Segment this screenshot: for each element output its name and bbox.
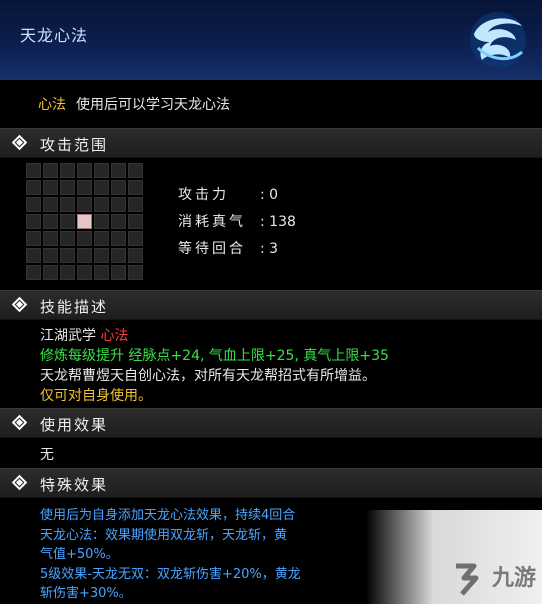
range-cell [26,163,41,178]
jiuyou-logo-icon [456,563,479,596]
range-cell [60,197,75,212]
range-cell [43,197,58,212]
desc-category: 江湖武学 [40,328,96,344]
range-cell [128,180,143,195]
range-cell [128,163,143,178]
range-cell [128,265,143,280]
desc-tag: 心法 [100,328,129,344]
range-cell [43,248,58,263]
section-use-label: 使用效果 [40,416,109,434]
range-cell [77,231,92,246]
watermark-text: 九游 [491,566,536,591]
range-cell [128,214,143,229]
range-cell [77,180,92,195]
special-line-3: 气值+50%。 [40,547,119,562]
desc-line-3: 天龙帮曹煜天自创心法，对所有天龙帮招式有所增益。 [40,368,376,384]
range-cell [26,180,41,195]
section-range: 攻击范围 [0,128,542,158]
range-cell [111,214,126,229]
stat-value: 3 [269,241,279,257]
range-cell [26,231,41,246]
range-cell [111,248,126,263]
section-special-label: 特殊效果 [40,476,109,494]
window-header: 天龙心法 [0,0,542,80]
subtitle-text: 使用后可以学习天龙心法 [76,97,230,113]
stat-label: 攻击力 [178,187,229,203]
range-cell [94,231,109,246]
type-tag: 心法 [38,97,66,113]
range-cell [94,214,109,229]
range-cell [26,214,41,229]
range-cell [77,248,92,263]
diamond-icon [11,414,28,431]
range-cell [43,163,58,178]
range-cell [26,265,41,280]
stat-value: 0 [269,187,279,203]
range-cell-target [77,214,92,229]
stat-energy-cost: 消耗真气: 138 [178,211,296,238]
range-cell [60,231,75,246]
section-use-effect: 使用效果 [0,408,542,438]
range-cell [128,197,143,212]
range-cell [94,265,109,280]
diamond-icon [11,296,28,313]
range-cell [43,180,58,195]
stats-list: 攻击力: 0 消耗真气: 138 等待回合: 3 [178,184,296,265]
range-cell [60,265,75,280]
range-cell [26,197,41,212]
special-line-1: 使用后为自身添加天龙心法效果，持续4回合 [40,508,296,523]
use-effect-text: 无 [40,447,54,463]
section-description: 技能描述 [0,290,542,320]
desc-line-4: 仅可对自身使用。 [40,388,152,404]
range-cell [94,180,109,195]
diamond-icon [11,134,28,151]
range-cell [60,214,75,229]
desc-line-2: 修炼每级提升 经脉点+24, 气血上限+25, 真气上限+35 [40,348,389,364]
special-line-4: 5级效果-天龙无双：双龙斩伤害+20%，黄龙 [40,567,301,582]
range-cell [94,248,109,263]
range-cell [60,163,75,178]
diamond-icon [11,474,28,491]
range-cell [111,180,126,195]
range-cell [94,197,109,212]
special-line-2: 天龙心法：效果期使用双龙斩，天龙斩，黄 [40,528,288,543]
range-cell [111,163,126,178]
range-cell [111,231,126,246]
range-cell [128,231,143,246]
section-special-effect: 特殊效果 [0,468,542,498]
special-line-5: 斩伤害+30%。 [40,586,132,601]
stat-wait-turns: 等待回合: 3 [178,238,296,265]
dragon-swirl-icon [470,12,526,68]
range-cell [77,163,92,178]
subtitle: 心法 使用后可以学习天龙心法 [38,94,230,114]
section-description-label: 技能描述 [40,298,109,316]
stat-value: 138 [269,214,296,230]
range-cell [77,197,92,212]
range-cell [43,231,58,246]
window-title: 天龙心法 [20,26,89,45]
range-cell [60,180,75,195]
watermark: 九游 [366,510,542,604]
range-cell [94,163,109,178]
stat-label: 消耗真气 [178,214,246,230]
stat-attack: 攻击力: 0 [178,184,296,211]
attack-range-grid [26,163,144,281]
range-cell [128,248,143,263]
stat-label: 等待回合 [178,241,246,257]
range-cell [111,197,126,212]
range-cell [111,265,126,280]
range-cell [60,248,75,263]
range-cell [77,265,92,280]
range-cell [26,248,41,263]
range-cell [43,214,58,229]
desc-line-1: 江湖武学 心法 [40,325,128,345]
section-range-label: 攻击范围 [40,136,109,154]
range-cell [43,265,58,280]
